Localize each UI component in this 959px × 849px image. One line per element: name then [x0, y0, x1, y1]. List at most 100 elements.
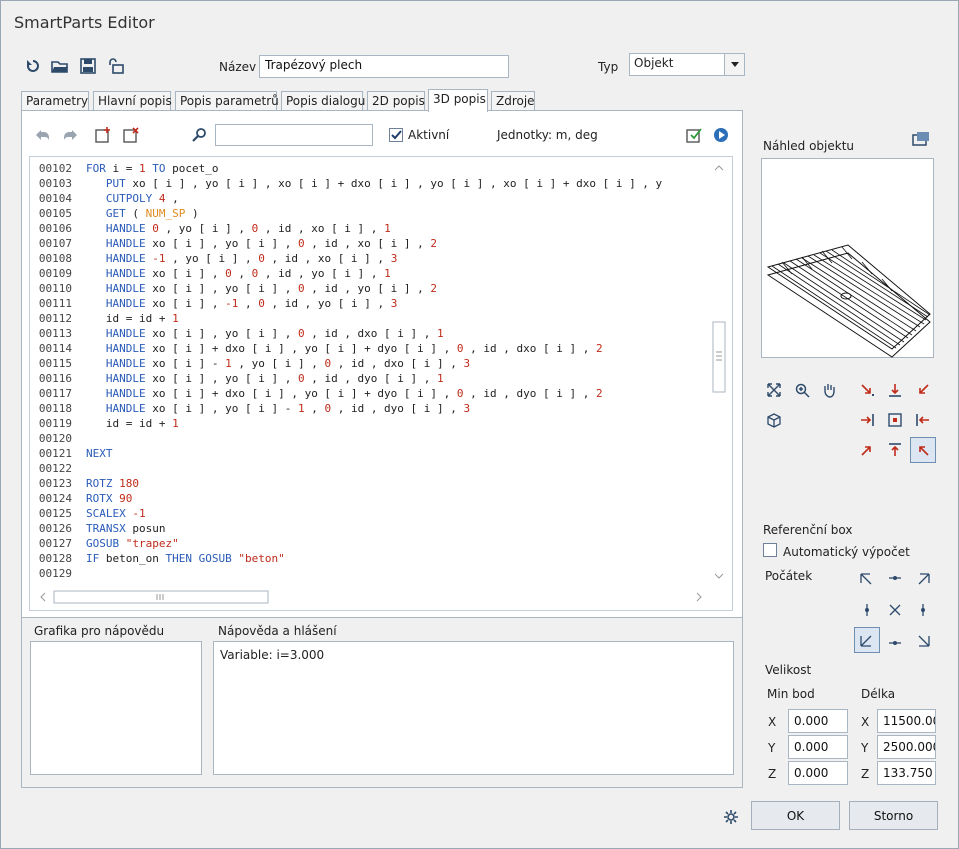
horizontal-scrollbar[interactable] — [40, 590, 704, 604]
fit-view-icon[interactable] — [761, 377, 787, 403]
min-x-field[interactable]: 0.000 — [788, 709, 848, 733]
tab-zdroje[interactable]: Zdroje — [491, 91, 535, 111]
search-input[interactable] — [215, 124, 373, 146]
code-text: CUTPOLY 4 , — [105, 192, 179, 205]
active-checkbox[interactable] — [389, 128, 403, 142]
code-line[interactable]: 00117 HANDLE xo [ i ] + dxo [ i ] , yo [… — [30, 386, 662, 401]
zoom-icon[interactable] — [789, 377, 815, 403]
line-number: 00106 — [38, 222, 72, 235]
add-block-icon[interactable] — [92, 124, 114, 146]
auto-calc-checkbox[interactable] — [763, 543, 777, 557]
window-title: SmartParts Editor — [14, 13, 155, 32]
tab-3d-popis[interactable]: 3D popis — [428, 89, 488, 112]
code-text: HANDLE 0 , yo [ i ] , 0 , id , xo [ i ] … — [105, 222, 391, 235]
line-number: 00121 — [38, 447, 72, 460]
tab-parametry[interactable]: Parametry — [21, 91, 89, 111]
pan-hand-icon[interactable] — [816, 377, 842, 403]
gear-icon[interactable] — [720, 806, 742, 828]
undo-icon[interactable] — [32, 124, 54, 146]
origin-top-left-icon[interactable] — [854, 567, 880, 593]
code-line[interactable]: 00109 HANDLE xo [ i ] , 0 , 0 , id , yo … — [30, 266, 662, 281]
code-line[interactable]: 00129 — [30, 566, 662, 581]
code-text: HANDLE xo [ i ] , yo [ i ] , 0 , id , dx… — [105, 327, 444, 340]
align-top-left-icon[interactable] — [854, 377, 880, 403]
code-line[interactable]: 00105 GET ( NUM_SP ) — [30, 206, 662, 221]
code-line[interactable]: 00126 TRANSX posun — [30, 521, 662, 536]
vertical-scrollbar[interactable] — [712, 162, 726, 582]
code-line[interactable]: 00106 HANDLE 0 , yo [ i ] , 0 , id , xo … — [30, 221, 662, 236]
origin-bottom-left-icon[interactable] — [854, 627, 880, 653]
object-preview[interactable] — [761, 158, 934, 358]
open-folder-icon[interactable] — [49, 55, 71, 77]
code-line[interactable]: 00120 — [30, 431, 662, 446]
code-line[interactable]: 00122 — [30, 461, 662, 476]
preview-label: Náhled objektu — [763, 139, 855, 153]
name-input[interactable]: Trapézový plech — [259, 55, 509, 78]
code-line[interactable]: 00119 id = id + 1 — [30, 416, 662, 431]
origin-top-right-icon[interactable] — [910, 567, 936, 593]
unlock-icon[interactable] — [105, 55, 127, 77]
code-line[interactable]: 00104 CUTPOLY 4 , — [30, 191, 662, 206]
origin-center-icon[interactable] — [882, 597, 908, 623]
name-label: Název — [219, 60, 257, 74]
code-line[interactable]: 00123 ROTZ 180 — [30, 476, 662, 491]
code-line[interactable]: 00108 HANDLE -1 , yo [ i ] , 0 , id , xo… — [30, 251, 662, 266]
code-line[interactable]: 00121 NEXT — [30, 446, 662, 461]
code-editor[interactable]: 00102 FOR i = 1 TO pocet_o 00103 PUT xo [ … — [29, 156, 733, 611]
refresh-icon[interactable] — [22, 55, 44, 77]
line-number: 00120 — [38, 432, 72, 445]
cube-view-icon[interactable] — [761, 407, 787, 433]
align-bottom-left-icon[interactable] — [854, 437, 880, 463]
tab-popis-parametru[interactable]: Popis parametrů — [175, 91, 279, 111]
align-right-icon[interactable] — [854, 407, 880, 433]
origin-bottom-center-icon[interactable] — [882, 627, 908, 653]
origin-top-center-icon[interactable] — [882, 567, 908, 593]
center-icon[interactable] — [882, 407, 908, 433]
align-bottom-icon[interactable] — [882, 377, 908, 403]
length-label: Délka — [861, 687, 896, 701]
code-line[interactable]: 00103 PUT xo [ i ] , yo [ i ] , xo [ i ]… — [30, 176, 662, 191]
ok-button[interactable]: OK — [751, 801, 840, 830]
code-text: id = id + 1 — [86, 312, 179, 325]
align-bottom-right-icon[interactable] — [910, 437, 936, 463]
code-line[interactable]: 00113 HANDLE xo [ i ] , yo [ i ] , 0 , i… — [30, 326, 662, 341]
code-line[interactable]: 00114 HANDLE xo [ i ] + dxo [ i ] , yo [… — [30, 341, 662, 356]
tab-2d-popis[interactable]: 2D popis — [367, 91, 425, 111]
len-y-field[interactable]: 2500.000 — [877, 735, 936, 759]
code-line[interactable]: 00118 HANDLE xo [ i ] , yo [ i ] - 1 , 0… — [30, 401, 662, 416]
align-left-icon[interactable] — [910, 407, 936, 433]
code-line[interactable]: 00107 HANDLE xo [ i ] , yo [ i ] , 0 , i… — [30, 236, 662, 251]
search-icon[interactable] — [188, 124, 210, 146]
tab-hlavni-popis[interactable]: Hlavní popis — [93, 91, 172, 111]
code-line[interactable]: 00115 HANDLE xo [ i ] - 1 , yo [ i ] , 0… — [30, 356, 662, 371]
code-line[interactable]: 00128 IF beton_on THEN GOSUB "beton" — [30, 551, 662, 566]
origin-middle-right-icon[interactable] — [910, 597, 936, 623]
camera-icon[interactable] — [910, 128, 932, 150]
code-line[interactable]: 00112 id = id + 1 — [30, 311, 662, 326]
code-line[interactable]: 00110 HANDLE xo [ i ] , yo [ i ] , 0 , i… — [30, 281, 662, 296]
code-line[interactable]: 00111 HANDLE xo [ i ] , -1 , 0 , id , yo… — [30, 296, 662, 311]
len-x-field[interactable]: 11500.00 — [877, 709, 936, 733]
origin-middle-left-icon[interactable] — [854, 597, 880, 623]
type-select[interactable]: Objekt — [629, 53, 745, 76]
code-line[interactable]: 00124 ROTX 90 — [30, 491, 662, 506]
code-line[interactable]: 00116 HANDLE xo [ i ] , yo [ i ] , 0 , i… — [30, 371, 662, 386]
check-syntax-icon[interactable] — [683, 124, 705, 146]
save-icon[interactable] — [77, 55, 99, 77]
code-line[interactable]: 00102 FOR i = 1 TO pocet_o — [30, 161, 662, 176]
cancel-button[interactable]: Storno — [849, 801, 938, 830]
align-top-icon[interactable] — [882, 437, 908, 463]
redo-icon[interactable] — [59, 124, 81, 146]
min-x-label: X — [768, 715, 777, 729]
tab-popis-dialogu[interactable]: Popis dialogu — [281, 91, 365, 111]
delete-block-icon[interactable] — [120, 124, 142, 146]
len-z-field[interactable]: 133.750 — [877, 761, 936, 785]
code-line[interactable]: 00125 SCALEX -1 — [30, 506, 662, 521]
min-z-field[interactable]: 0.000 — [788, 761, 848, 785]
run-icon[interactable] — [710, 124, 732, 146]
min-y-field[interactable]: 0.000 — [788, 735, 848, 759]
origin-bottom-right-icon[interactable] — [910, 627, 936, 653]
align-top-right-icon[interactable] — [910, 377, 936, 403]
line-number: 00116 — [38, 372, 72, 385]
code-line[interactable]: 00127 GOSUB "trapez" — [30, 536, 662, 551]
